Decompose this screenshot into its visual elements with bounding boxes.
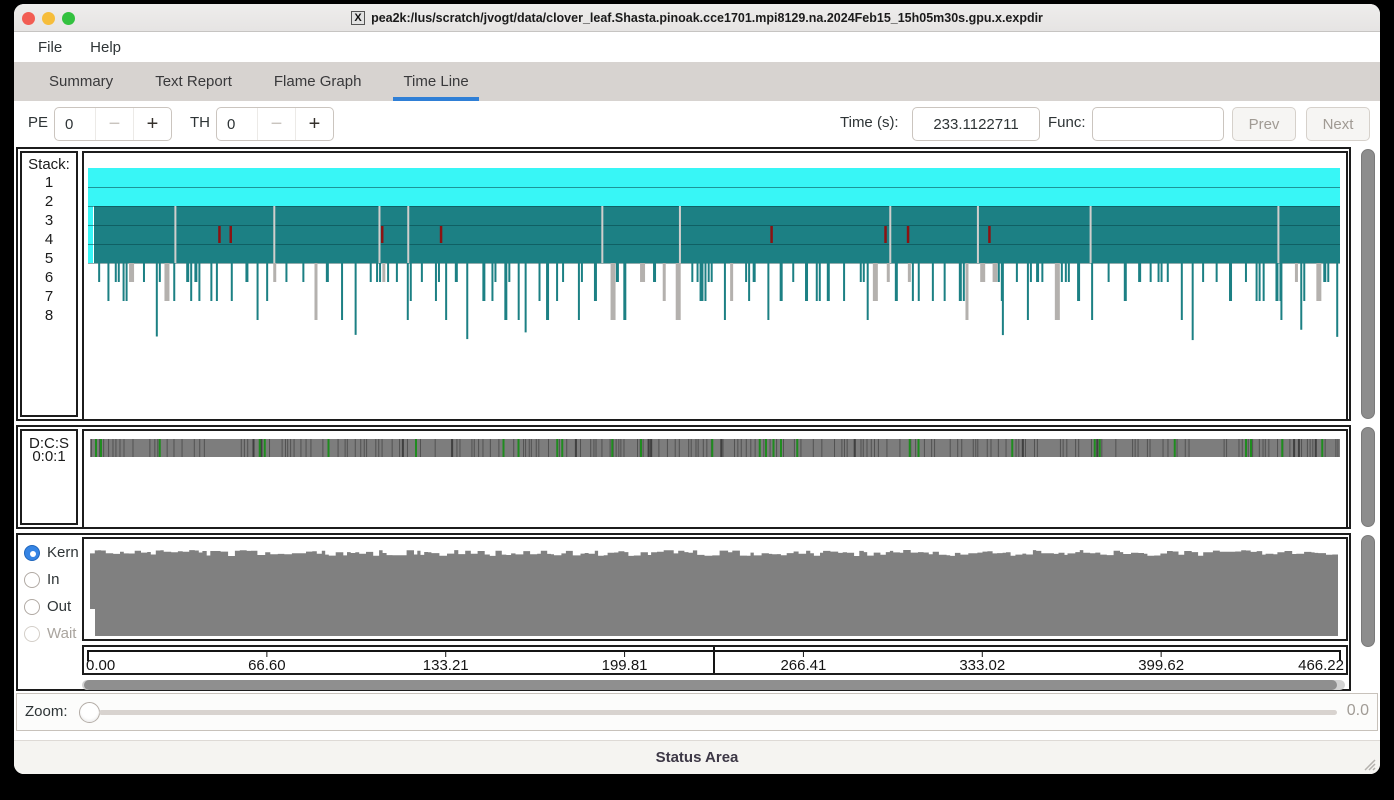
zoom-value: 0.0 bbox=[1347, 702, 1369, 720]
menu-file[interactable]: File bbox=[24, 39, 76, 56]
zoom-slider-track[interactable] bbox=[99, 710, 1337, 715]
time-input[interactable] bbox=[912, 107, 1040, 141]
time-label: Time (s): bbox=[840, 114, 899, 131]
radio-out[interactable]: Out bbox=[24, 593, 79, 620]
stack-label-box: Stack: 1 2 3 4 5 6 7 8 bbox=[20, 151, 78, 417]
kern-vscrollbar[interactable] bbox=[1360, 535, 1376, 647]
svg-text:266.41: 266.41 bbox=[780, 657, 826, 673]
radio-out-label: Out bbox=[47, 598, 71, 615]
radio-in[interactable]: In bbox=[24, 566, 79, 593]
timeline-hscrollbar-thumb[interactable] bbox=[84, 680, 1337, 690]
th-value[interactable]: 0 bbox=[217, 108, 257, 140]
status-text: Status Area bbox=[656, 749, 739, 766]
stack-level-7: 7 bbox=[22, 287, 76, 306]
stack-vscrollbar[interactable] bbox=[1360, 149, 1376, 419]
stack-level-1: 1 bbox=[22, 173, 76, 192]
toolbar: PE 0 − + TH 0 − + Time (s): Func: Prev N… bbox=[14, 101, 1380, 147]
stack-label: Stack: bbox=[22, 156, 76, 173]
tab-time-line[interactable]: Time Line bbox=[393, 62, 478, 101]
kern-timeline-chart[interactable] bbox=[82, 537, 1348, 641]
radio-kern-circle-icon[interactable] bbox=[24, 545, 40, 561]
stack-level-3: 3 bbox=[22, 211, 76, 230]
title-wrap: X pea2k:/lus/scratch/jvogt/data/clover_l… bbox=[14, 4, 1380, 32]
time-axis[interactable]: 0.00 66.60 133.21 199.81 266.41 333.02 399.62 4… bbox=[82, 645, 1348, 675]
stack-level-2: 2 bbox=[22, 192, 76, 211]
pe-increment-button[interactable]: + bbox=[133, 108, 171, 140]
stack-vscrollbar-thumb[interactable] bbox=[1361, 149, 1375, 419]
radio-in-label: In bbox=[47, 571, 60, 588]
th-decrement-button[interactable]: − bbox=[257, 108, 295, 140]
radio-wait-circle-icon[interactable] bbox=[24, 626, 40, 642]
kern-radio-group: Kern In Out Wait bbox=[24, 539, 79, 647]
th-increment-button[interactable]: + bbox=[295, 108, 333, 140]
radio-in-circle-icon[interactable] bbox=[24, 572, 40, 588]
stack-timeline-chart[interactable] bbox=[82, 151, 1348, 421]
prev-button[interactable]: Prev bbox=[1232, 107, 1296, 141]
tabbar: Summary Text Report Flame Graph Time Lin… bbox=[14, 62, 1380, 101]
radio-wait[interactable]: Wait bbox=[24, 620, 79, 647]
zoom-slider-handle[interactable] bbox=[79, 702, 100, 723]
th-spinner[interactable]: 0 − + bbox=[216, 107, 334, 141]
tab-summary[interactable]: Summary bbox=[39, 62, 123, 101]
status-bar: Status Area bbox=[14, 740, 1380, 774]
zoom-bar: Zoom: 0.0 bbox=[16, 693, 1378, 731]
pe-value[interactable]: 0 bbox=[55, 108, 95, 140]
svg-text:333.02: 333.02 bbox=[959, 657, 1005, 673]
menubar: File Help bbox=[14, 32, 1380, 62]
svg-text:66.60: 66.60 bbox=[248, 657, 286, 673]
pe-label: PE bbox=[28, 114, 48, 131]
svg-text:133.21: 133.21 bbox=[423, 657, 469, 673]
app-window: X pea2k:/lus/scratch/jvogt/data/clover_l… bbox=[14, 4, 1380, 774]
pe-decrement-button[interactable]: − bbox=[95, 108, 133, 140]
dcs-vscrollbar-thumb[interactable] bbox=[1361, 427, 1375, 527]
th-label: TH bbox=[190, 114, 210, 131]
svg-text:0.00: 0.00 bbox=[86, 657, 115, 673]
dcs-timeline-chart[interactable] bbox=[82, 429, 1348, 529]
zoom-label: Zoom: bbox=[25, 703, 68, 720]
titlebar: X pea2k:/lus/scratch/jvogt/data/clover_l… bbox=[14, 4, 1380, 32]
resize-grip-icon[interactable] bbox=[1362, 757, 1376, 771]
stack-level-4: 4 bbox=[22, 230, 76, 249]
func-input[interactable] bbox=[1092, 107, 1224, 141]
tab-text-report[interactable]: Text Report bbox=[145, 62, 242, 101]
dcs-section: D:C:S 0:0:1 bbox=[16, 425, 1351, 529]
stack-section: Stack: 1 2 3 4 5 6 7 8 bbox=[16, 147, 1351, 421]
timeline-hscrollbar[interactable] bbox=[82, 680, 1345, 690]
dcs-id-label: 0:0:1 bbox=[22, 450, 76, 464]
menu-help[interactable]: Help bbox=[76, 39, 135, 56]
tab-flame-graph[interactable]: Flame Graph bbox=[264, 62, 372, 101]
svg-text:466.22: 466.22 bbox=[1298, 657, 1344, 673]
func-label: Func: bbox=[1048, 114, 1086, 131]
stack-level-8: 8 bbox=[22, 306, 76, 325]
next-button[interactable]: Next bbox=[1306, 107, 1370, 141]
radio-out-circle-icon[interactable] bbox=[24, 599, 40, 615]
kern-section: Kern In Out Wait 0.00 66.60 133.21 199.81 26… bbox=[16, 533, 1351, 691]
radio-kern[interactable]: Kern bbox=[24, 539, 79, 566]
stack-level-5: 5 bbox=[22, 249, 76, 268]
svg-text:399.62: 399.62 bbox=[1138, 657, 1184, 673]
radio-wait-label: Wait bbox=[47, 625, 76, 642]
svg-text:199.81: 199.81 bbox=[602, 657, 648, 673]
window-title: pea2k:/lus/scratch/jvogt/data/clover_lea… bbox=[371, 11, 1043, 25]
x11-app-icon: X bbox=[351, 11, 365, 25]
stack-level-6: 6 bbox=[22, 268, 76, 287]
dcs-vscrollbar[interactable] bbox=[1360, 427, 1376, 527]
kern-vscrollbar-thumb[interactable] bbox=[1361, 535, 1375, 647]
dcs-label-box: D:C:S 0:0:1 bbox=[20, 429, 78, 525]
pe-spinner[interactable]: 0 − + bbox=[54, 107, 172, 141]
radio-kern-label: Kern bbox=[47, 544, 79, 561]
